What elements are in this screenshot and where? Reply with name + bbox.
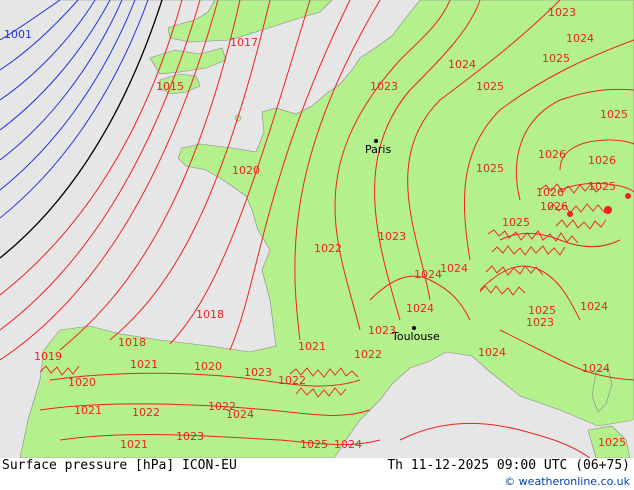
isobar-label: 1023 [176,430,204,443]
isobar-label: 1023 [370,80,398,93]
isobar-label: 1024 [448,58,476,71]
city-label-toulouse: Toulouse [391,330,440,343]
isobar-label: 1025 [502,216,530,229]
isobar-label: 1023 [368,324,396,337]
isobar-label: 1021 [298,340,326,353]
isobar-label: 1026 [536,186,564,199]
isobar-label: 1026 [538,148,566,161]
isobar-label: 1024 [478,346,506,359]
isobar-label: 1024 [580,300,608,313]
pressure-map: Paris Toulouse 1001 1015 1017 1018 1018 … [0,0,634,458]
forecast-time: Th 11-12-2025 09:00 UTC (06+75) [387,458,630,473]
isobar-label: 1026 [540,200,568,213]
isobar-label: 1021 [74,404,102,417]
isobar-label: 1025 [598,436,626,449]
isobar-label: 1025 [588,180,616,193]
isobar-label: 1018 [196,308,224,321]
isobar-label: 1018 [118,336,146,349]
isobar-label: 1022 [278,374,306,387]
isobar-label: 1024 [406,302,434,315]
isobar-label: 1022 [354,348,382,361]
isobar-label: 1025 [476,162,504,175]
isobar-label: 1024 [582,362,610,375]
isobar-label: 1024 [414,268,442,281]
isobar-label: 1020 [68,376,96,389]
isobar-label: 1024 [226,408,254,421]
isobar-label: 1026 [588,154,616,167]
isobar-label: 1025 [600,108,628,121]
isobar-label: 1025 [300,438,328,451]
isobar-label: 1022 [132,406,160,419]
isobar-label: 1024 [566,32,594,45]
city-label-paris: Paris [365,143,391,156]
isobar-label: 1023 [526,316,554,329]
isobar-label: 1022 [314,242,342,255]
isobar-label: 1017 [230,36,258,49]
isobar-label: 1021 [120,438,148,451]
info-bar: Surface pressure [hPa] ICON-EU Th 11-12-… [0,458,634,490]
alps-high-2 [604,206,612,214]
map-canvas: Paris Toulouse 1001 1015 1017 1018 1018 … [0,0,634,458]
credit-link[interactable]: © weatheronline.co.uk [504,475,630,489]
isobar-label: 1020 [194,360,222,373]
isobar-label: 1024 [440,262,468,275]
isobar-label: 1019 [34,350,62,363]
isobar-label: 1021 [130,358,158,371]
alps-high-3 [625,193,631,199]
isobar-label: 1023 [244,366,272,379]
isobar-label: 1020 [232,164,260,177]
isobar-label: 1023 [548,6,576,19]
isobar-label: 1025 [542,52,570,65]
isobar-label: 1001 [4,28,32,41]
isobar-label: 1015 [156,80,184,93]
isobar-label: 1025 [476,80,504,93]
isobar-label: 1024 [334,438,362,451]
isobar-label: 1023 [378,230,406,243]
map-title: Surface pressure [hPa] ICON-EU [2,458,237,473]
